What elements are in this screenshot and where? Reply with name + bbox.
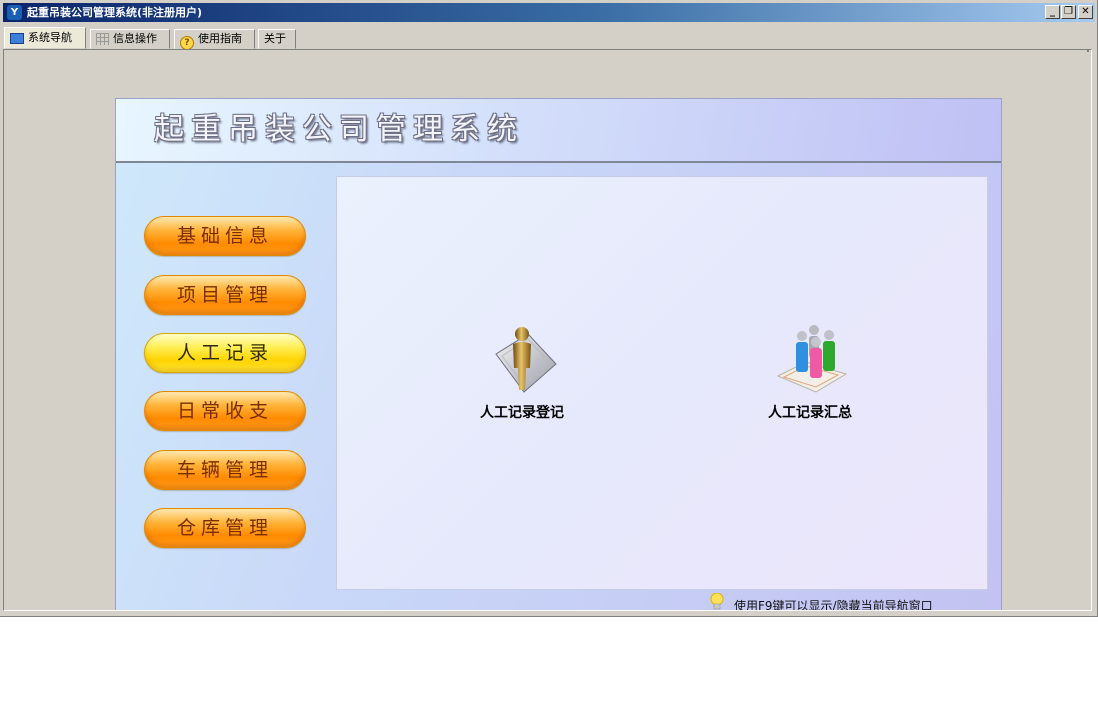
tab-label: 使用指南 bbox=[198, 32, 242, 45]
banner: 起重吊装公司管理系统 bbox=[116, 99, 1001, 163]
menu-button-labor-records[interactable]: 人工记录 bbox=[144, 333, 306, 373]
lightbulb-icon bbox=[710, 593, 724, 610]
tab-label: 关于 bbox=[264, 32, 286, 45]
hint-text: 使用F9键可以显示/隐藏当前导航窗口 bbox=[734, 599, 933, 611]
feature-label: 人工记录汇总 bbox=[768, 405, 852, 421]
grid-icon bbox=[96, 33, 109, 45]
menu-button-vehicle-management[interactable]: 车辆管理 bbox=[144, 450, 306, 490]
menu-button-daily-finance[interactable]: 日常收支 bbox=[144, 391, 306, 431]
content-area: 人工记录登记 人工记录汇总 bbox=[336, 176, 988, 590]
minimize-button[interactable]: _ bbox=[1045, 5, 1060, 19]
restore-button[interactable]: ❐ bbox=[1061, 5, 1076, 19]
people-group-icon bbox=[776, 325, 848, 393]
tab-system-navigation[interactable]: 系统导航 bbox=[4, 27, 86, 49]
tab-about[interactable]: 关于 bbox=[258, 29, 296, 49]
feature-label: 人工记录登记 bbox=[480, 405, 564, 421]
feature-labor-record-summary[interactable]: 人工记录汇总 bbox=[745, 322, 875, 432]
navigation-panel: 起重吊装公司管理系统 基础信息 项目管理 人工记录 日常收支 车辆管理 仓库管理 bbox=[115, 98, 1002, 611]
tab-user-guide[interactable]: ? 使用指南 bbox=[174, 29, 255, 50]
menu-button-basic-info[interactable]: 基础信息 bbox=[144, 216, 306, 256]
client-area: 起重吊装公司管理系统 基础信息 项目管理 人工记录 日常收支 车辆管理 仓库管理 bbox=[3, 49, 1092, 611]
tab-label: 系统导航 bbox=[28, 31, 72, 44]
corner-marker bbox=[1087, 50, 1089, 52]
app-window: Y 起重吊装公司管理系统(非注册用户) _ ❐ ✕ 系统导航 信息操作 ? 使用指… bbox=[0, 0, 1098, 617]
banner-title: 起重吊装公司管理系统 bbox=[154, 112, 524, 147]
window-title: 起重吊装公司管理系统(非注册用户) bbox=[27, 6, 203, 19]
tab-bar: 系统导航 信息操作 ? 使用指南 关于 bbox=[4, 27, 1094, 50]
tab-info-operation[interactable]: 信息操作 bbox=[90, 29, 170, 49]
menu-button-project-management[interactable]: 项目管理 bbox=[144, 275, 306, 315]
close-button[interactable]: ✕ bbox=[1078, 5, 1093, 19]
person-document-icon bbox=[495, 327, 557, 393]
tab-label: 信息操作 bbox=[113, 32, 157, 45]
title-bar[interactable]: Y 起重吊装公司管理系统(非注册用户) _ ❐ ✕ bbox=[3, 3, 1095, 22]
help-icon: ? bbox=[180, 36, 194, 50]
monitor-icon bbox=[10, 33, 24, 44]
app-logo-icon: Y bbox=[7, 5, 22, 20]
menu-button-warehouse-management[interactable]: 仓库管理 bbox=[144, 508, 306, 548]
feature-labor-record-entry[interactable]: 人工记录登记 bbox=[457, 322, 587, 432]
